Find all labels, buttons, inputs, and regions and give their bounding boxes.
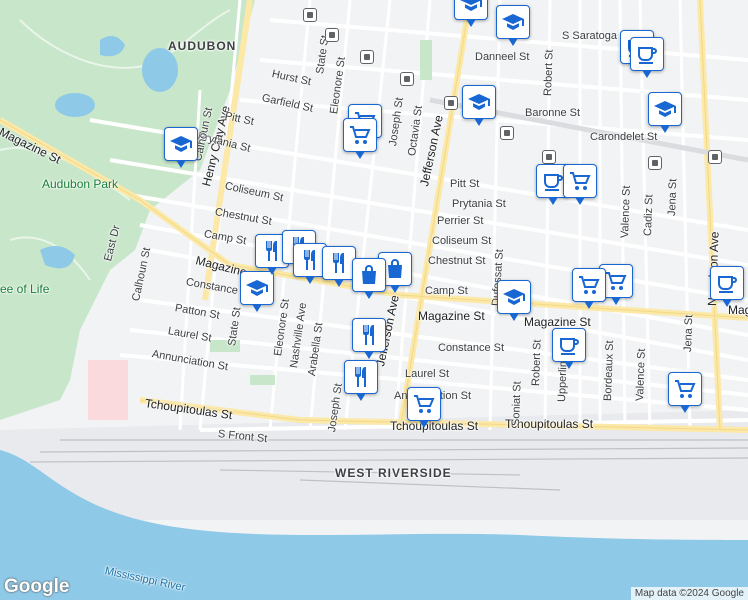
restaurant-icon[interactable] [352,318,386,359]
street-label: Laurel St [405,368,450,380]
street-label: Soniat St [510,381,524,427]
street-label: Chestnut St [428,255,486,267]
bus-stop-icon[interactable] [708,150,722,164]
street-label: Robert St [542,49,556,97]
school-icon[interactable] [496,5,530,46]
bus-stop-icon[interactable] [648,156,662,170]
street-label: Cadiz St [642,194,656,237]
shopping-cart-icon[interactable] [572,268,606,309]
street-label: Tchoupitoulas St [390,419,479,433]
street-label: Camp St [425,285,468,297]
park-label-tree-of-life: ee of Life [0,282,50,296]
bus-stop-icon[interactable] [360,50,374,64]
street-label: Bordeaux St [602,340,617,402]
street-label: Pitt St [450,178,480,190]
school-icon[interactable] [648,92,682,133]
map-base-layer [0,0,748,600]
school-icon[interactable] [454,0,488,27]
map-canvas[interactable]: AUDUBON WEST RIVERSIDE Audubon Park ee o… [0,0,748,600]
street-label: Prytania St [452,198,506,210]
restaurant-icon[interactable] [344,360,378,401]
street-label: Danneel St [475,51,530,63]
street-label: Perrier St [437,215,484,227]
shopping-cart-icon[interactable] [407,387,441,428]
street-label: Valence St [634,348,648,402]
shopping-cart-icon[interactable] [668,372,702,413]
school-icon[interactable] [164,127,198,168]
school-icon[interactable] [462,85,496,126]
street-label: Coliseum St [432,235,492,247]
shopping-cart-icon[interactable] [343,118,377,159]
cafe-icon[interactable] [630,37,664,78]
cafe-icon[interactable] [710,266,744,307]
bus-stop-icon[interactable] [303,8,317,22]
area-label-audubon: AUDUBON [168,39,237,53]
school-icon[interactable] [497,280,531,321]
bus-stop-icon[interactable] [542,150,556,164]
park-label-audubon-park: Audubon Park [42,177,119,191]
street-label: Jena St [666,178,680,217]
school-icon[interactable] [240,271,274,312]
map-attribution[interactable]: Map data ©2024 Google [630,587,748,600]
bus-stop-icon[interactable] [400,72,414,86]
cafe-icon[interactable] [552,328,586,369]
bus-stop-icon[interactable] [444,96,458,110]
street-label: Magazine St [524,315,591,329]
shopping-cart-icon[interactable] [563,164,597,205]
bus-stop-icon[interactable] [500,126,514,140]
google-logo: Google [4,576,70,597]
street-label: Valence St [619,185,633,239]
street-label: Robert St [530,339,544,387]
shopping-bag-icon[interactable] [352,258,386,299]
area-label-west-riverside: WEST RIVERSIDE [335,466,452,480]
street-label: Jena St [682,314,696,353]
bus-stop-icon[interactable] [325,28,339,42]
street-label: Baronne St [525,107,581,119]
street-label: Magazine St [418,309,485,323]
street-label: Carondelet St [590,131,658,143]
street-label: Constance St [438,342,505,354]
restaurant-icon[interactable] [322,246,356,287]
